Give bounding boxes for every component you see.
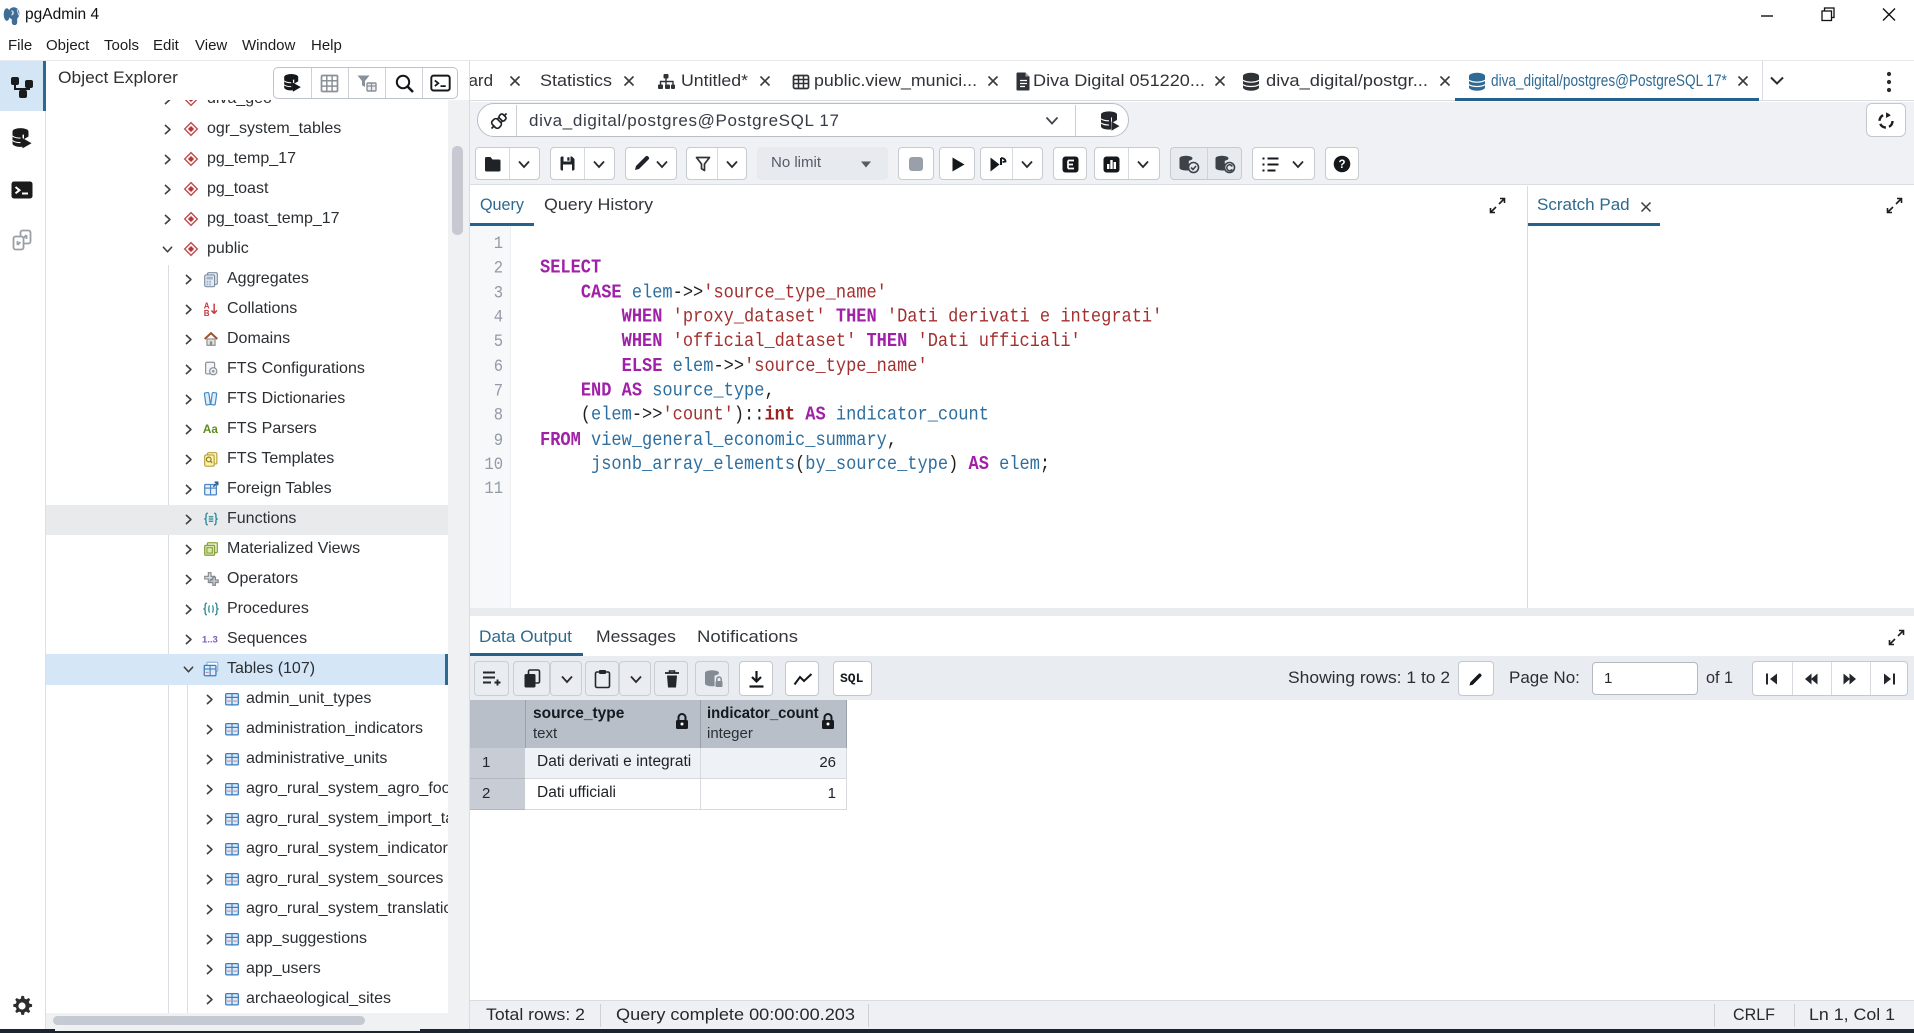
svg-text:?: ?	[1338, 159, 1345, 171]
